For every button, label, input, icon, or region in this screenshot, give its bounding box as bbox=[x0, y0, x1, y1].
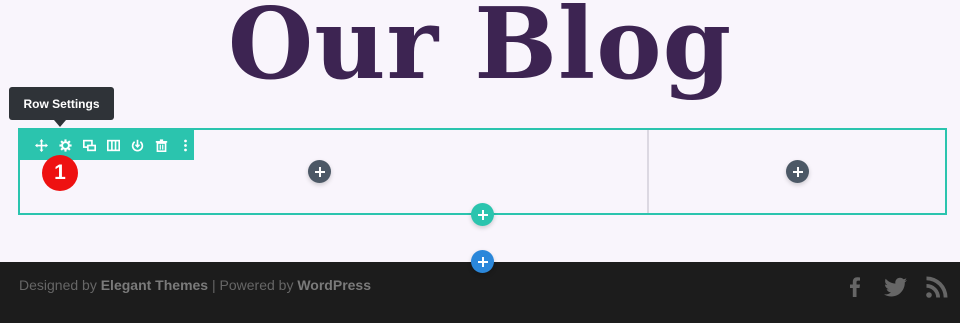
more-icon bbox=[183, 139, 187, 151]
save-to-library-button[interactable] bbox=[128, 136, 146, 154]
row-settings-tooltip: Row Settings bbox=[9, 87, 114, 120]
add-module-button-column-2[interactable] bbox=[786, 160, 809, 183]
save-icon bbox=[131, 139, 143, 151]
footer-credits: Designed by Elegant Themes | Powered by … bbox=[19, 277, 371, 293]
facebook-icon bbox=[850, 277, 860, 297]
step-number-badge: 1 bbox=[42, 155, 78, 191]
column-divider bbox=[647, 130, 649, 213]
plus-icon bbox=[792, 166, 803, 177]
twitter-icon bbox=[884, 277, 907, 297]
elegant-themes-link[interactable]: Elegant Themes bbox=[101, 277, 208, 293]
duplicate-icon bbox=[82, 139, 96, 151]
columns-icon bbox=[106, 139, 120, 151]
add-module-button-column-1[interactable] bbox=[308, 160, 331, 183]
wordpress-link[interactable]: WordPress bbox=[297, 277, 371, 293]
powered-by-prefix: Powered by bbox=[219, 277, 294, 293]
facebook-link[interactable] bbox=[843, 275, 867, 299]
plus-icon bbox=[314, 166, 325, 177]
row-settings-button[interactable] bbox=[56, 136, 74, 154]
credits-separator: | bbox=[211, 277, 216, 293]
plus-icon bbox=[477, 209, 488, 220]
add-section-button[interactable] bbox=[471, 250, 494, 273]
twitter-link[interactable] bbox=[884, 275, 908, 299]
rss-link[interactable] bbox=[925, 275, 949, 299]
rss-icon bbox=[926, 276, 948, 298]
row-toolbar bbox=[20, 130, 194, 160]
gear-icon bbox=[58, 138, 72, 152]
move-row-button[interactable] bbox=[32, 136, 50, 154]
add-row-button[interactable] bbox=[471, 203, 494, 226]
move-icon bbox=[34, 138, 48, 152]
designed-by-prefix: Designed by bbox=[19, 277, 97, 293]
trash-icon bbox=[155, 138, 167, 152]
page-title: Our Blog bbox=[227, 0, 733, 102]
duplicate-row-button[interactable] bbox=[80, 136, 98, 154]
delete-row-button[interactable] bbox=[152, 136, 170, 154]
columns-button[interactable] bbox=[104, 136, 122, 154]
plus-icon bbox=[477, 256, 488, 267]
tooltip-arrow bbox=[54, 120, 66, 127]
more-options-button[interactable] bbox=[176, 136, 194, 154]
